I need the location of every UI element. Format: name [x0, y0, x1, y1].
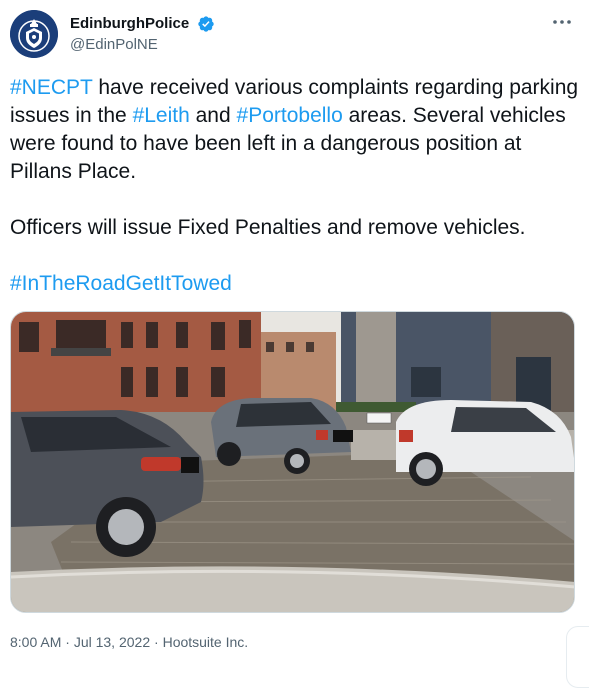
more-horizontal-icon[interactable]: [550, 12, 574, 32]
hashtag-portobello[interactable]: #Portobello: [237, 104, 343, 127]
hashtag-leith[interactable]: #Leith: [133, 104, 190, 127]
police-badge-icon: [10, 10, 58, 58]
handle[interactable]: @EdinPolNE: [70, 35, 215, 55]
verified-badge-icon: [197, 16, 214, 32]
tweet-date[interactable]: Jul 13, 2022: [74, 634, 150, 650]
avatar[interactable]: [10, 10, 58, 58]
author-names: EdinburghPolice @EdinPolNE: [70, 14, 215, 55]
separator: ·: [150, 634, 163, 650]
tweet-text: #NECPT have received various complaints …: [10, 74, 580, 298]
adjacent-card-edge: [566, 626, 589, 688]
display-name[interactable]: EdinburghPolice: [70, 14, 189, 34]
hashtag-necpt[interactable]: #NECPT: [10, 76, 92, 99]
hashtag-intheroadgetittowed[interactable]: #InTheRoadGetItTowed: [10, 272, 232, 295]
separator: ·: [61, 634, 74, 650]
tweet-metadata: 8:00 AM · Jul 13, 2022 · Hootsuite Inc.: [10, 632, 248, 652]
tweet-photo[interactable]: [10, 311, 575, 613]
tweet-text-part: and: [189, 104, 237, 127]
tweet-time[interactable]: 8:00 AM: [10, 634, 61, 650]
tweet-source[interactable]: Hootsuite Inc.: [163, 634, 249, 650]
tweet-header: EdinburghPolice @EdinPolNE: [10, 10, 578, 62]
photo-icon: [11, 312, 574, 612]
